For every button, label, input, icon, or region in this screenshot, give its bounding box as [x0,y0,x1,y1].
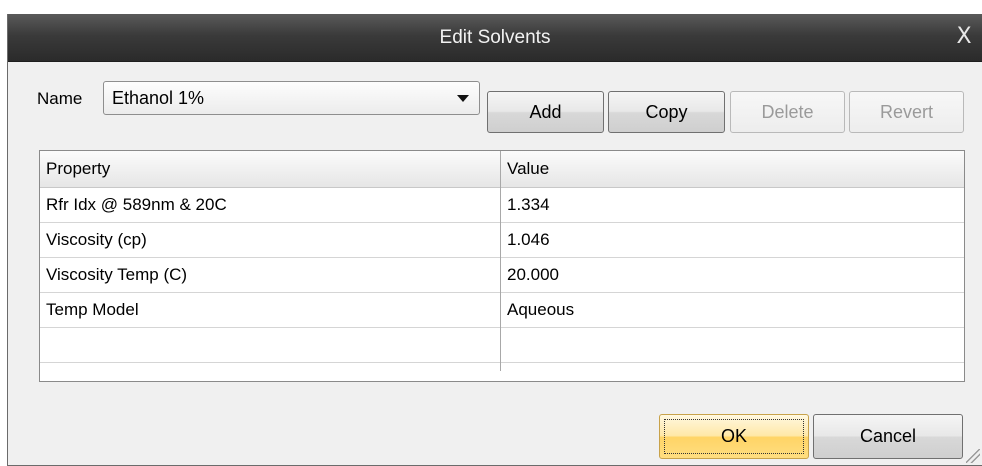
focus-rectangle [664,419,804,454]
dialog-title: Edit Solvents [439,27,551,48]
ok-button[interactable]: OK [659,414,809,459]
table-row[interactable]: Temp Model Aqueous [40,293,964,328]
name-label: Name [37,89,83,108]
value-cell[interactable]: 1.046 [507,230,550,250]
chevron-down-icon[interactable] [457,95,469,102]
property-cell: Temp Model [46,300,139,319]
close-icon[interactable]: X [952,24,976,50]
value-cell[interactable]: Aqueous [507,300,574,320]
cancel-button[interactable]: Cancel [813,414,963,459]
table-row[interactable] [40,328,964,363]
resize-grip-icon[interactable] [966,449,980,463]
column-divider[interactable] [500,151,501,371]
column-header-property[interactable]: Property [46,159,110,179]
revert-button[interactable]: Revert [849,91,964,133]
name-combobox-value: Ethanol 1% [112,88,205,108]
property-cell: Viscosity Temp (C) [46,265,188,284]
table-row[interactable]: Viscosity (cp) 1.046 [40,223,964,258]
property-cell: Rfr Idx @ 589nm & 20C [46,195,227,214]
name-combobox[interactable]: Ethanol 1% [103,81,480,115]
column-header-value[interactable]: Value [507,159,549,179]
delete-button[interactable]: Delete [730,91,845,133]
edit-solvents-dialog: Edit Solvents X Name Ethanol 1% Add Copy… [7,14,982,466]
value-cell[interactable]: 20.000 [507,265,559,285]
copy-button[interactable]: Copy [608,91,725,133]
value-cell[interactable]: 1.334 [507,195,550,215]
grid-header: Property Value [40,151,964,188]
add-button[interactable]: Add [487,91,604,133]
table-row[interactable]: Viscosity Temp (C) 20.000 [40,258,964,293]
table-row[interactable]: Rfr Idx @ 589nm & 20C 1.334 [40,188,964,223]
title-bar[interactable]: Edit Solvents X [8,14,982,62]
property-cell: Viscosity (cp) [46,230,147,249]
properties-grid[interactable]: Property Value Rfr Idx @ 589nm & 20C 1.3… [39,150,965,382]
